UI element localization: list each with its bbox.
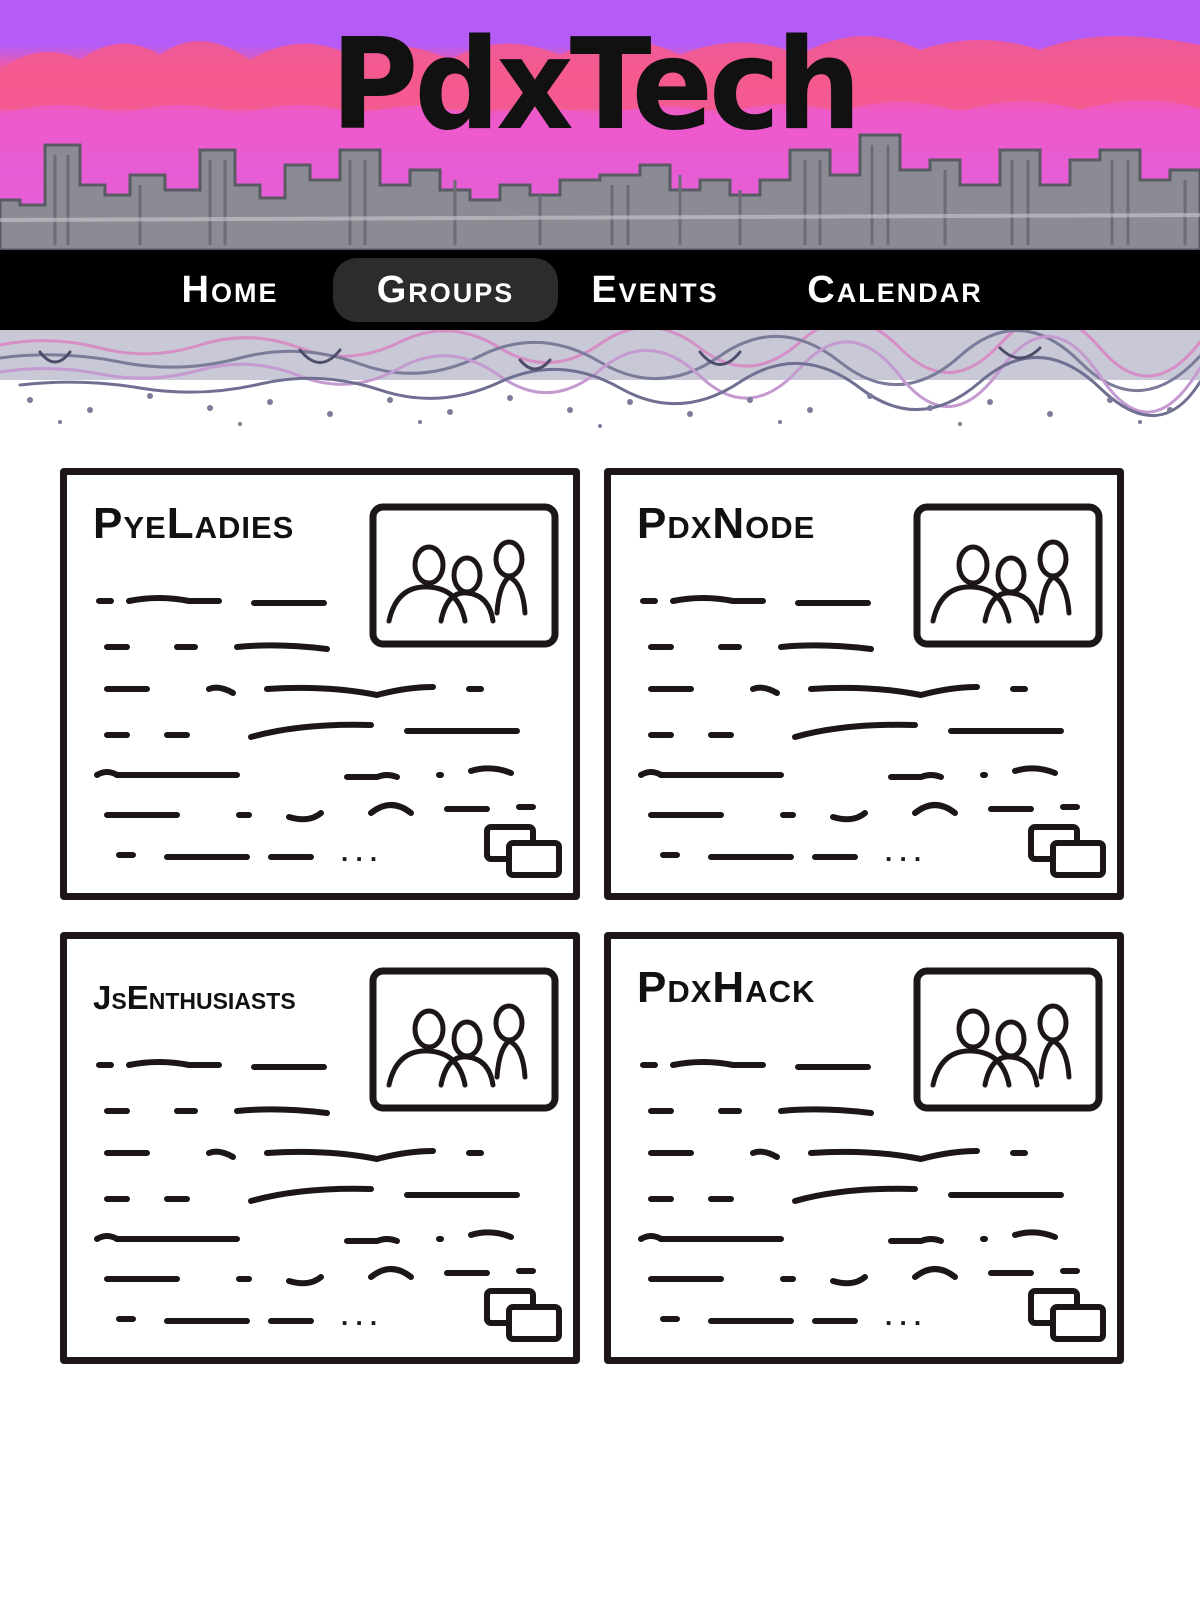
group-name[interactable]: JsEnthusiasts <box>93 979 296 1017</box>
group-name[interactable]: PdxHack <box>637 963 815 1013</box>
description-placeholder: . . . <box>94 1059 536 1331</box>
main-nav: Home Groups Events Calendar <box>0 250 1200 330</box>
more-icon[interactable] <box>483 1287 563 1343</box>
more-icon[interactable] <box>1027 1287 1107 1343</box>
group-card[interactable]: PdxHack . . . <box>604 932 1124 1364</box>
group-card[interactable]: PyeLadies . . . <box>60 468 580 900</box>
description-placeholder: . . . <box>638 595 1080 867</box>
group-name[interactable]: PdxNode <box>637 499 815 549</box>
ellipsis: . . . <box>885 1301 921 1331</box>
header-banner: PdxTech <box>0 0 1200 250</box>
more-icon[interactable] <box>483 823 563 879</box>
nav-item-calendar[interactable]: Calendar <box>775 258 1015 322</box>
more-icon[interactable] <box>1027 823 1107 879</box>
ellipsis: . . . <box>885 837 921 867</box>
water-reflection <box>0 330 1200 440</box>
description-placeholder: . . . <box>638 1059 1080 1331</box>
ellipsis: . . . <box>341 1301 377 1331</box>
description-placeholder: . . . <box>94 595 536 867</box>
nav-item-home[interactable]: Home <box>150 258 310 322</box>
ellipsis: . . . <box>341 837 377 867</box>
group-card[interactable]: PdxNode . . . <box>604 468 1124 900</box>
site-title[interactable]: PdxTech <box>0 6 1194 164</box>
group-card[interactable]: JsEnthusiasts . . . <box>60 932 580 1364</box>
group-name[interactable]: PyeLadies <box>93 499 294 549</box>
nav-item-events[interactable]: Events <box>570 258 740 322</box>
nav-item-groups[interactable]: Groups <box>333 258 558 322</box>
